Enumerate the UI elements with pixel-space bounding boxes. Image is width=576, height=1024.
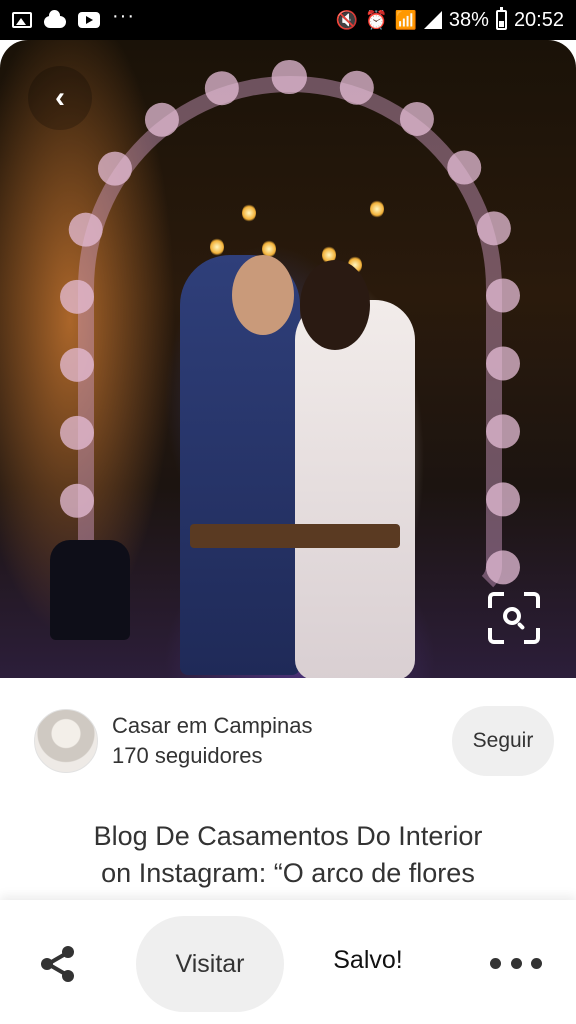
- signal-icon: [423, 11, 442, 29]
- follower-count: 170 seguidores: [112, 743, 263, 768]
- wifi-icon: 📶: [394, 9, 417, 30]
- swing-seat: [190, 524, 400, 548]
- status-right-icons: 🔇 ⏰ 📶 38% 20:52: [335, 7, 564, 32]
- status-left-icons: ···: [12, 6, 135, 30]
- cloud-icon: [44, 10, 66, 28]
- visual-search-button[interactable]: [484, 588, 544, 648]
- creator-row: Casar em Campinas 170 seguidores Seguir: [34, 706, 554, 776]
- more-options-button[interactable]: [490, 948, 542, 978]
- mute-icon: 🔇: [335, 9, 359, 30]
- status-bar: ··· 🔇 ⏰ 📶 38% 20:52: [0, 0, 576, 40]
- back-icon: ‹: [55, 81, 65, 114]
- battery-icon: [495, 7, 507, 30]
- creator-name[interactable]: Casar em Campinas: [112, 711, 313, 741]
- alarm-icon: ⏰: [365, 9, 388, 30]
- lantern: [50, 540, 130, 640]
- visit-button[interactable]: Visitar: [136, 916, 284, 1012]
- share-icon: [41, 946, 74, 982]
- more-notifications-icon: ···: [112, 5, 135, 27]
- battery-percent: 38%: [448, 8, 489, 31]
- groom-head: [232, 255, 294, 335]
- creator-info[interactable]: Casar em Campinas 170 seguidores: [112, 711, 313, 771]
- dot-icon: [531, 957, 542, 969]
- dot-icon: [490, 957, 501, 969]
- share-button[interactable]: [36, 942, 80, 986]
- youtube-icon: [78, 12, 100, 28]
- magnifier-icon: [503, 607, 521, 625]
- avatar[interactable]: [34, 709, 98, 773]
- description-line-1: Blog De Casamentos Do Interior: [93, 821, 483, 851]
- gallery-icon: [12, 12, 32, 28]
- light-bulb: [210, 238, 224, 256]
- pin-image[interactable]: ‹: [0, 40, 576, 678]
- back-button[interactable]: ‹: [28, 66, 92, 130]
- follow-button[interactable]: Seguir: [452, 706, 554, 776]
- description-line-2: on Instagram: “O arco de flores: [101, 858, 475, 888]
- clock: 20:52: [513, 8, 564, 31]
- light-bulb: [242, 204, 256, 222]
- bride-head: [300, 260, 370, 350]
- pin-description: Blog De Casamentos Do Interior on Instag…: [0, 818, 576, 892]
- dot-icon: [510, 957, 522, 969]
- bride-figure: [295, 300, 415, 678]
- saved-button[interactable]: Salvo!: [320, 946, 416, 975]
- light-bulb: [370, 200, 384, 218]
